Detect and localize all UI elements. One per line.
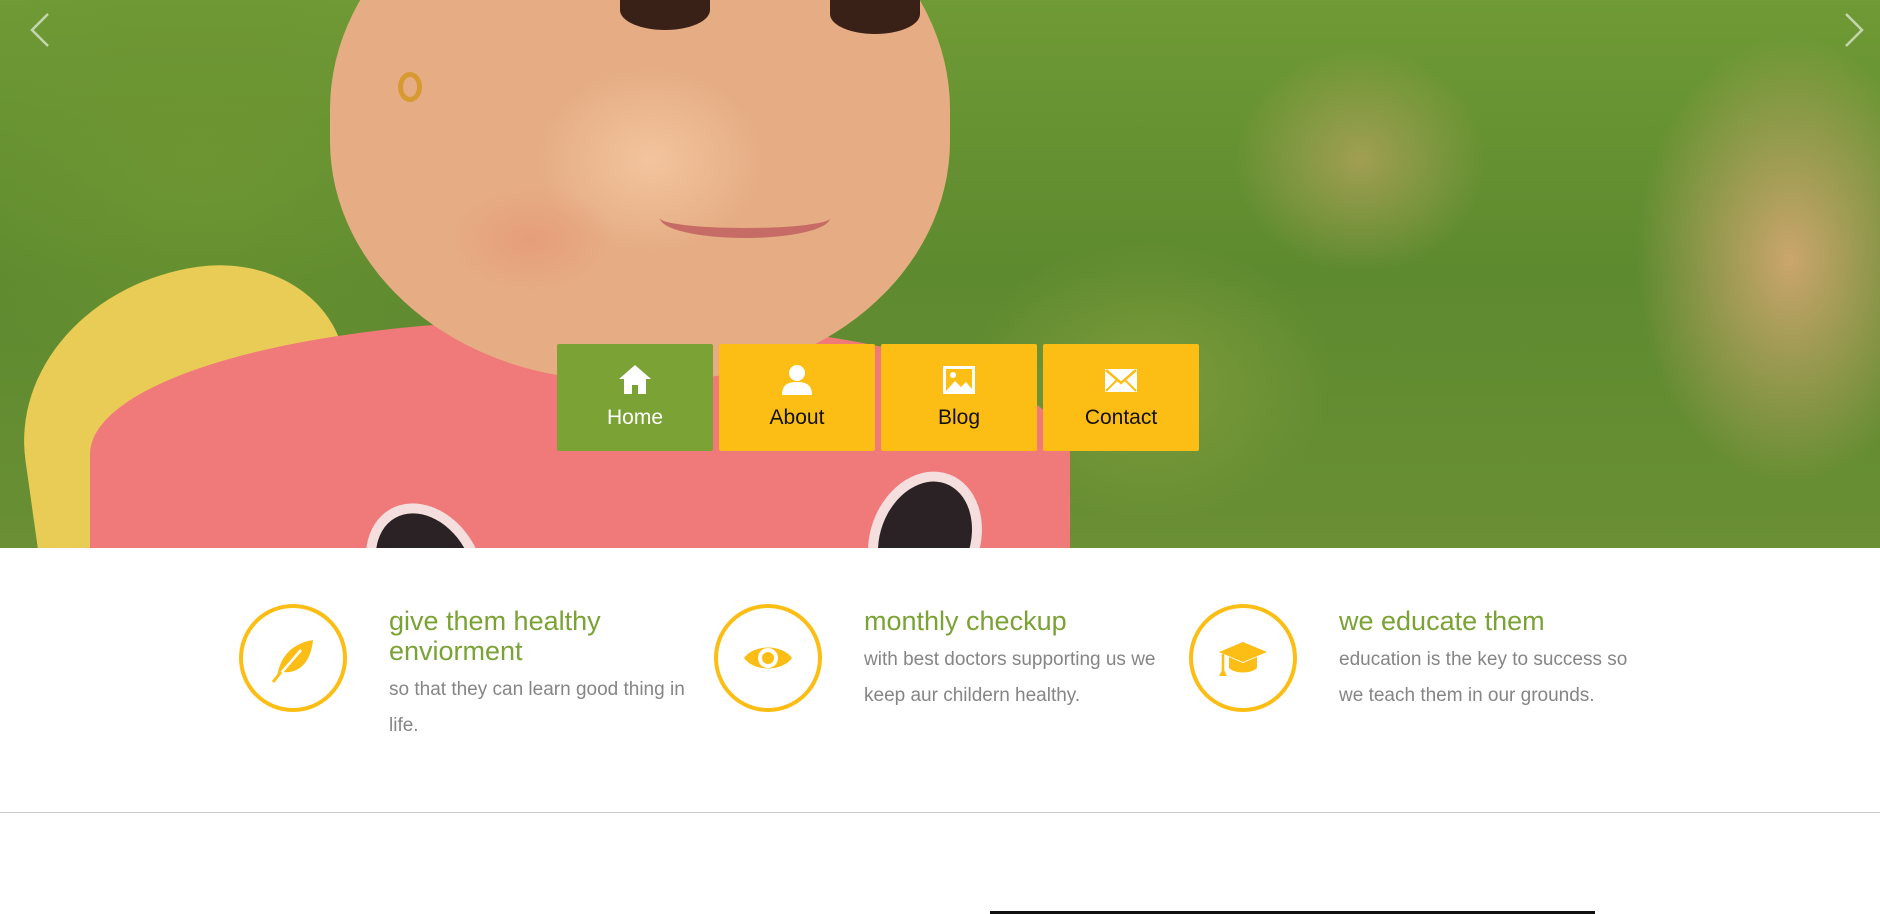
feature-description: with best doctors supporting us we keep …: [864, 649, 1156, 706]
nav-blog-button[interactable]: Blog: [881, 344, 1037, 451]
graduation-cap-icon: [1189, 604, 1297, 712]
nav-home-button[interactable]: Home: [557, 344, 713, 451]
nav-blog-label: Blog: [937, 406, 981, 429]
chevron-left-icon[interactable]: [26, 10, 56, 50]
image-icon: [941, 362, 977, 398]
feature-title: monthly checkup: [864, 606, 1067, 636]
leaf-icon: [239, 604, 347, 712]
feature-description: education is the key to success so we te…: [1339, 649, 1628, 706]
section-divider: [0, 812, 1880, 813]
hero-photo-mouth: [660, 198, 830, 238]
home-icon: [617, 362, 653, 398]
nav-contact-button[interactable]: Contact: [1043, 344, 1199, 451]
features-section: give them healthy enviorment so that the…: [0, 548, 1880, 813]
nav-about-label: About: [769, 406, 825, 429]
main-nav: Home About Blog Contact: [557, 344, 1199, 451]
hero-photo-earring: [398, 72, 422, 102]
feature-title: give them healthy enviorment: [389, 606, 601, 666]
nav-about-button[interactable]: About: [719, 344, 875, 451]
envelope-icon: [1103, 362, 1139, 398]
feature-description: so that they can learn good thing in lif…: [389, 679, 685, 736]
user-icon: [779, 362, 815, 398]
feature-title: we educate them: [1339, 606, 1545, 636]
hero-slider: Home About Blog Contact: [0, 0, 1880, 548]
eye-icon: [714, 604, 822, 712]
nav-contact-label: Contact: [1084, 406, 1158, 429]
chevron-right-icon[interactable]: [1838, 10, 1868, 50]
nav-home-label: Home: [606, 406, 664, 429]
